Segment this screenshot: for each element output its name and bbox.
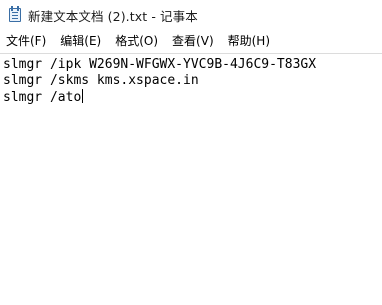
menu-help[interactable]: 帮助(H) bbox=[221, 31, 277, 51]
menu-edit[interactable]: 编辑(E) bbox=[53, 31, 108, 51]
title-bar[interactable]: 新建文本文档 (2).txt - 记事本 bbox=[0, 0, 382, 30]
menu-file[interactable]: 文件(F) bbox=[0, 31, 53, 51]
text-line-content: slmgr /ato bbox=[3, 90, 82, 105]
menu-format[interactable]: 格式(O) bbox=[108, 31, 165, 51]
window-title: 新建文本文档 (2).txt - 记事本 bbox=[28, 8, 198, 24]
text-line: slmgr /ipk W269N-WFGWX-YVC9B-4J6C9-T83GX bbox=[3, 57, 382, 73]
text-caret bbox=[82, 89, 84, 103]
menu-bar: 文件(F) 编辑(E) 格式(O) 查看(V) 帮助(H) bbox=[0, 30, 382, 52]
notepad-icon bbox=[9, 6, 21, 22]
text-editor[interactable]: slmgr /ipk W269N-WFGWX-YVC9B-4J6C9-T83GX… bbox=[0, 53, 382, 305]
text-line: slmgr /skms kms.xspace.in bbox=[3, 73, 382, 89]
text-line: slmgr /ato bbox=[3, 89, 382, 105]
text-line-content: slmgr /ipk W269N-WFGWX-YVC9B-4J6C9-T83GX bbox=[3, 57, 317, 72]
text-line-content: slmgr /skms kms.xspace.in bbox=[3, 73, 199, 88]
menu-view[interactable]: 查看(V) bbox=[165, 31, 221, 51]
